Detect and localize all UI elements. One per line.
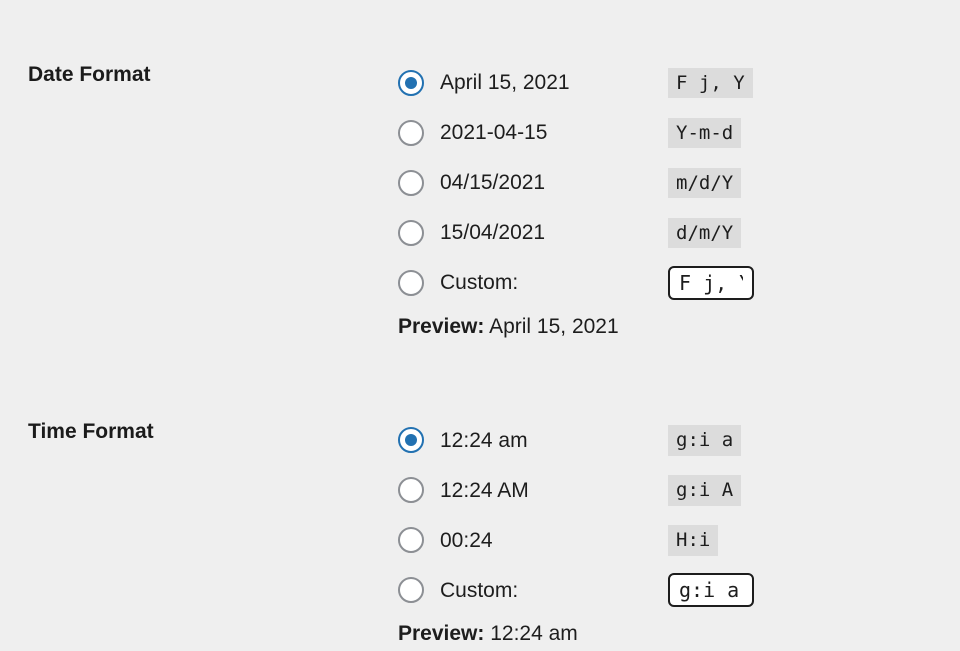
time-custom-label: Custom: (440, 578, 668, 603)
date-option-code: d/m/Y (668, 218, 741, 249)
radio-icon[interactable] (398, 577, 424, 603)
time-option-code: g:i a (668, 425, 741, 456)
date-option-code: F j, Y (668, 68, 753, 99)
date-option-display: 2021-04-15 (440, 120, 668, 145)
date-option-display: 04/15/2021 (440, 170, 668, 195)
date-option-code: m/d/Y (668, 168, 741, 199)
date-option-row[interactable]: 2021-04-15 Y-m-d (398, 108, 960, 158)
date-option-custom-row[interactable]: Custom: (398, 258, 960, 308)
time-option-row[interactable]: 12:24 am g:i a (398, 415, 960, 465)
time-option-display: 12:24 am (440, 428, 668, 453)
date-option-code: Y-m-d (668, 118, 741, 149)
radio-icon[interactable] (398, 527, 424, 553)
radio-icon[interactable] (398, 270, 424, 296)
time-preview: Preview: 12:24 am (398, 615, 960, 646)
date-option-display: April 15, 2021 (440, 70, 668, 95)
time-custom-input[interactable] (668, 573, 754, 607)
date-preview: Preview: April 15, 2021 (398, 308, 960, 339)
radio-icon[interactable] (398, 477, 424, 503)
time-preview-label: Preview: (398, 622, 484, 645)
date-option-display: 15/04/2021 (440, 220, 668, 245)
radio-icon[interactable] (398, 120, 424, 146)
time-option-code: g:i A (668, 475, 741, 506)
time-format-options: 12:24 am g:i a 12:24 AM g:i A 00:24 H:i … (398, 415, 960, 646)
time-option-display: 12:24 AM (440, 478, 668, 503)
time-option-row[interactable]: 12:24 AM g:i A (398, 465, 960, 515)
time-option-custom-row[interactable]: Custom: (398, 565, 960, 615)
time-format-label: Time Format (28, 415, 398, 646)
date-custom-label: Custom: (440, 270, 668, 295)
date-format-label: Date Format (28, 58, 398, 415)
date-format-options: April 15, 2021 F j, Y 2021-04-15 Y-m-d 0… (398, 58, 960, 415)
date-option-row[interactable]: April 15, 2021 F j, Y (398, 58, 960, 108)
radio-icon[interactable] (398, 427, 424, 453)
settings-form: Date Format April 15, 2021 F j, Y 2021-0… (0, 0, 960, 646)
date-preview-value: April 15, 2021 (489, 315, 619, 338)
radio-icon[interactable] (398, 70, 424, 96)
date-option-row[interactable]: 15/04/2021 d/m/Y (398, 208, 960, 258)
date-preview-label: Preview: (398, 315, 484, 338)
time-option-row[interactable]: 00:24 H:i (398, 515, 960, 565)
date-custom-input[interactable] (668, 266, 754, 300)
radio-icon[interactable] (398, 220, 424, 246)
radio-icon[interactable] (398, 170, 424, 196)
date-option-row[interactable]: 04/15/2021 m/d/Y (398, 158, 960, 208)
time-option-code: H:i (668, 525, 718, 556)
time-preview-value: 12:24 am (490, 622, 578, 645)
time-option-display: 00:24 (440, 528, 668, 553)
